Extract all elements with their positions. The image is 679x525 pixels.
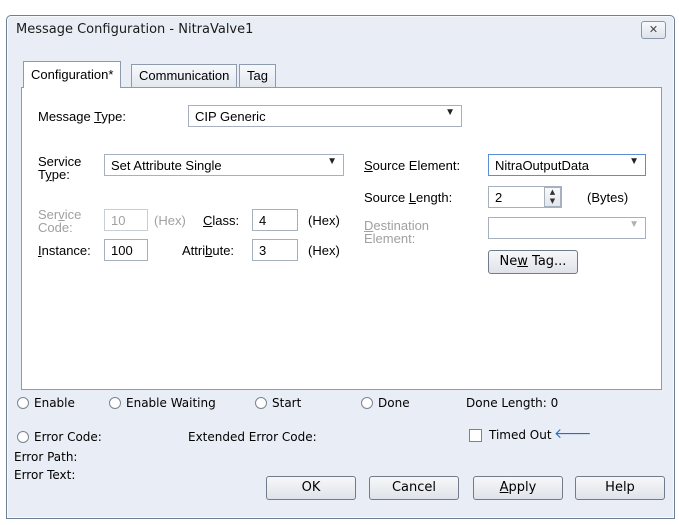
- class-field[interactable]: 4: [252, 209, 298, 231]
- done-length: Done Length: 0: [466, 396, 559, 410]
- radio-indicator-icon: [109, 397, 121, 409]
- apply-button[interactable]: Apply: [473, 476, 563, 500]
- class-unit: (Hex): [308, 213, 340, 228]
- status-error-code: Error Code:: [17, 430, 102, 444]
- instance-value: 100: [111, 243, 133, 258]
- source-length-value: 2: [495, 190, 503, 205]
- attribute-field[interactable]: 3: [252, 239, 298, 261]
- tab-communication-label: Communication: [139, 68, 230, 83]
- timed-out-checkbox[interactable]: [469, 429, 482, 442]
- configuration-panel: Message Type: CIP Generic ▼ Service Type:…: [21, 87, 662, 390]
- status-enable-waiting: Enable Waiting: [109, 396, 216, 410]
- class-label: Class:: [203, 213, 240, 228]
- chevron-down-icon: ▼: [629, 219, 639, 230]
- attribute-value: 3: [259, 243, 267, 258]
- tab-configuration[interactable]: Configuration*: [23, 61, 122, 88]
- service-type-value: Set Attribute Single: [111, 158, 222, 173]
- title-bar[interactable]: Message Configuration - NitraValve1 ✕: [7, 16, 674, 44]
- service-code-label: Service Code:: [38, 207, 82, 235]
- chevron-down-icon: ▼: [445, 107, 455, 118]
- chevron-down-icon: ▼: [629, 156, 639, 167]
- timed-out-label: Timed Out: [489, 428, 552, 442]
- help-button[interactable]: Help: [575, 476, 665, 500]
- instance-field[interactable]: 100: [104, 239, 148, 261]
- arrow-left-icon: 🡐: [554, 425, 592, 441]
- tab-communication[interactable]: Communication: [131, 64, 238, 87]
- service-type-select[interactable]: Set Attribute Single ▼: [104, 154, 344, 176]
- tab-tag[interactable]: Tag: [239, 64, 276, 87]
- message-type-label: Message Type:: [38, 109, 126, 124]
- ok-button[interactable]: OK: [266, 476, 356, 500]
- dialog-client: Configuration* Communication Tag Message…: [14, 44, 667, 514]
- error-text-label: Error Text:: [14, 468, 76, 482]
- radio-indicator-icon: [255, 397, 267, 409]
- source-element-select[interactable]: NitraOutputData ▼: [488, 154, 646, 176]
- radio-indicator-icon: [17, 397, 29, 409]
- tab-configuration-label: Configuration*: [31, 67, 114, 82]
- chevron-down-icon: ▼: [327, 156, 337, 167]
- message-configuration-dialog: Message Configuration - NitraValve1 ✕ Co…: [6, 15, 675, 519]
- cancel-button[interactable]: Cancel: [369, 476, 459, 500]
- status-done: Done: [361, 396, 410, 410]
- close-button[interactable]: ✕: [641, 21, 666, 39]
- source-length-label: Source Length:: [364, 190, 453, 205]
- destination-element-label: Destination Element:: [364, 218, 430, 246]
- destination-element-select[interactable]: ▼: [488, 217, 646, 239]
- source-element-value: NitraOutputData: [495, 158, 589, 173]
- close-icon: ✕: [648, 23, 659, 36]
- status-start: Start: [255, 396, 301, 410]
- new-tag-button[interactable]: New Tag...: [488, 250, 578, 274]
- error-path-label: Error Path:: [14, 450, 78, 464]
- message-type-select[interactable]: CIP Generic ▼: [188, 105, 462, 127]
- source-length-unit: (Bytes): [587, 190, 629, 205]
- extended-error-code: Extended Error Code:: [188, 430, 317, 444]
- attribute-unit: (Hex): [308, 243, 340, 258]
- tab-tag-label: Tag: [247, 68, 268, 83]
- status-enable: Enable: [17, 396, 75, 410]
- spin-up-down-icon[interactable]: ▲ ▼: [544, 187, 561, 207]
- radio-indicator-icon: [361, 397, 373, 409]
- service-code-unit: (Hex): [154, 213, 186, 228]
- radio-indicator-icon: [17, 431, 29, 443]
- message-type-value: CIP Generic: [195, 109, 266, 124]
- source-element-label: Source Element:: [364, 158, 461, 173]
- service-code-field[interactable]: 10: [104, 209, 148, 231]
- instance-label: Instance:: [38, 243, 91, 258]
- service-code-value: 10: [111, 213, 126, 228]
- service-type-label: Service Type:: [38, 154, 82, 182]
- window-title: Message Configuration - NitraValve1: [16, 22, 254, 37]
- attribute-label: Attribute:: [182, 243, 235, 258]
- class-value: 4: [259, 213, 267, 228]
